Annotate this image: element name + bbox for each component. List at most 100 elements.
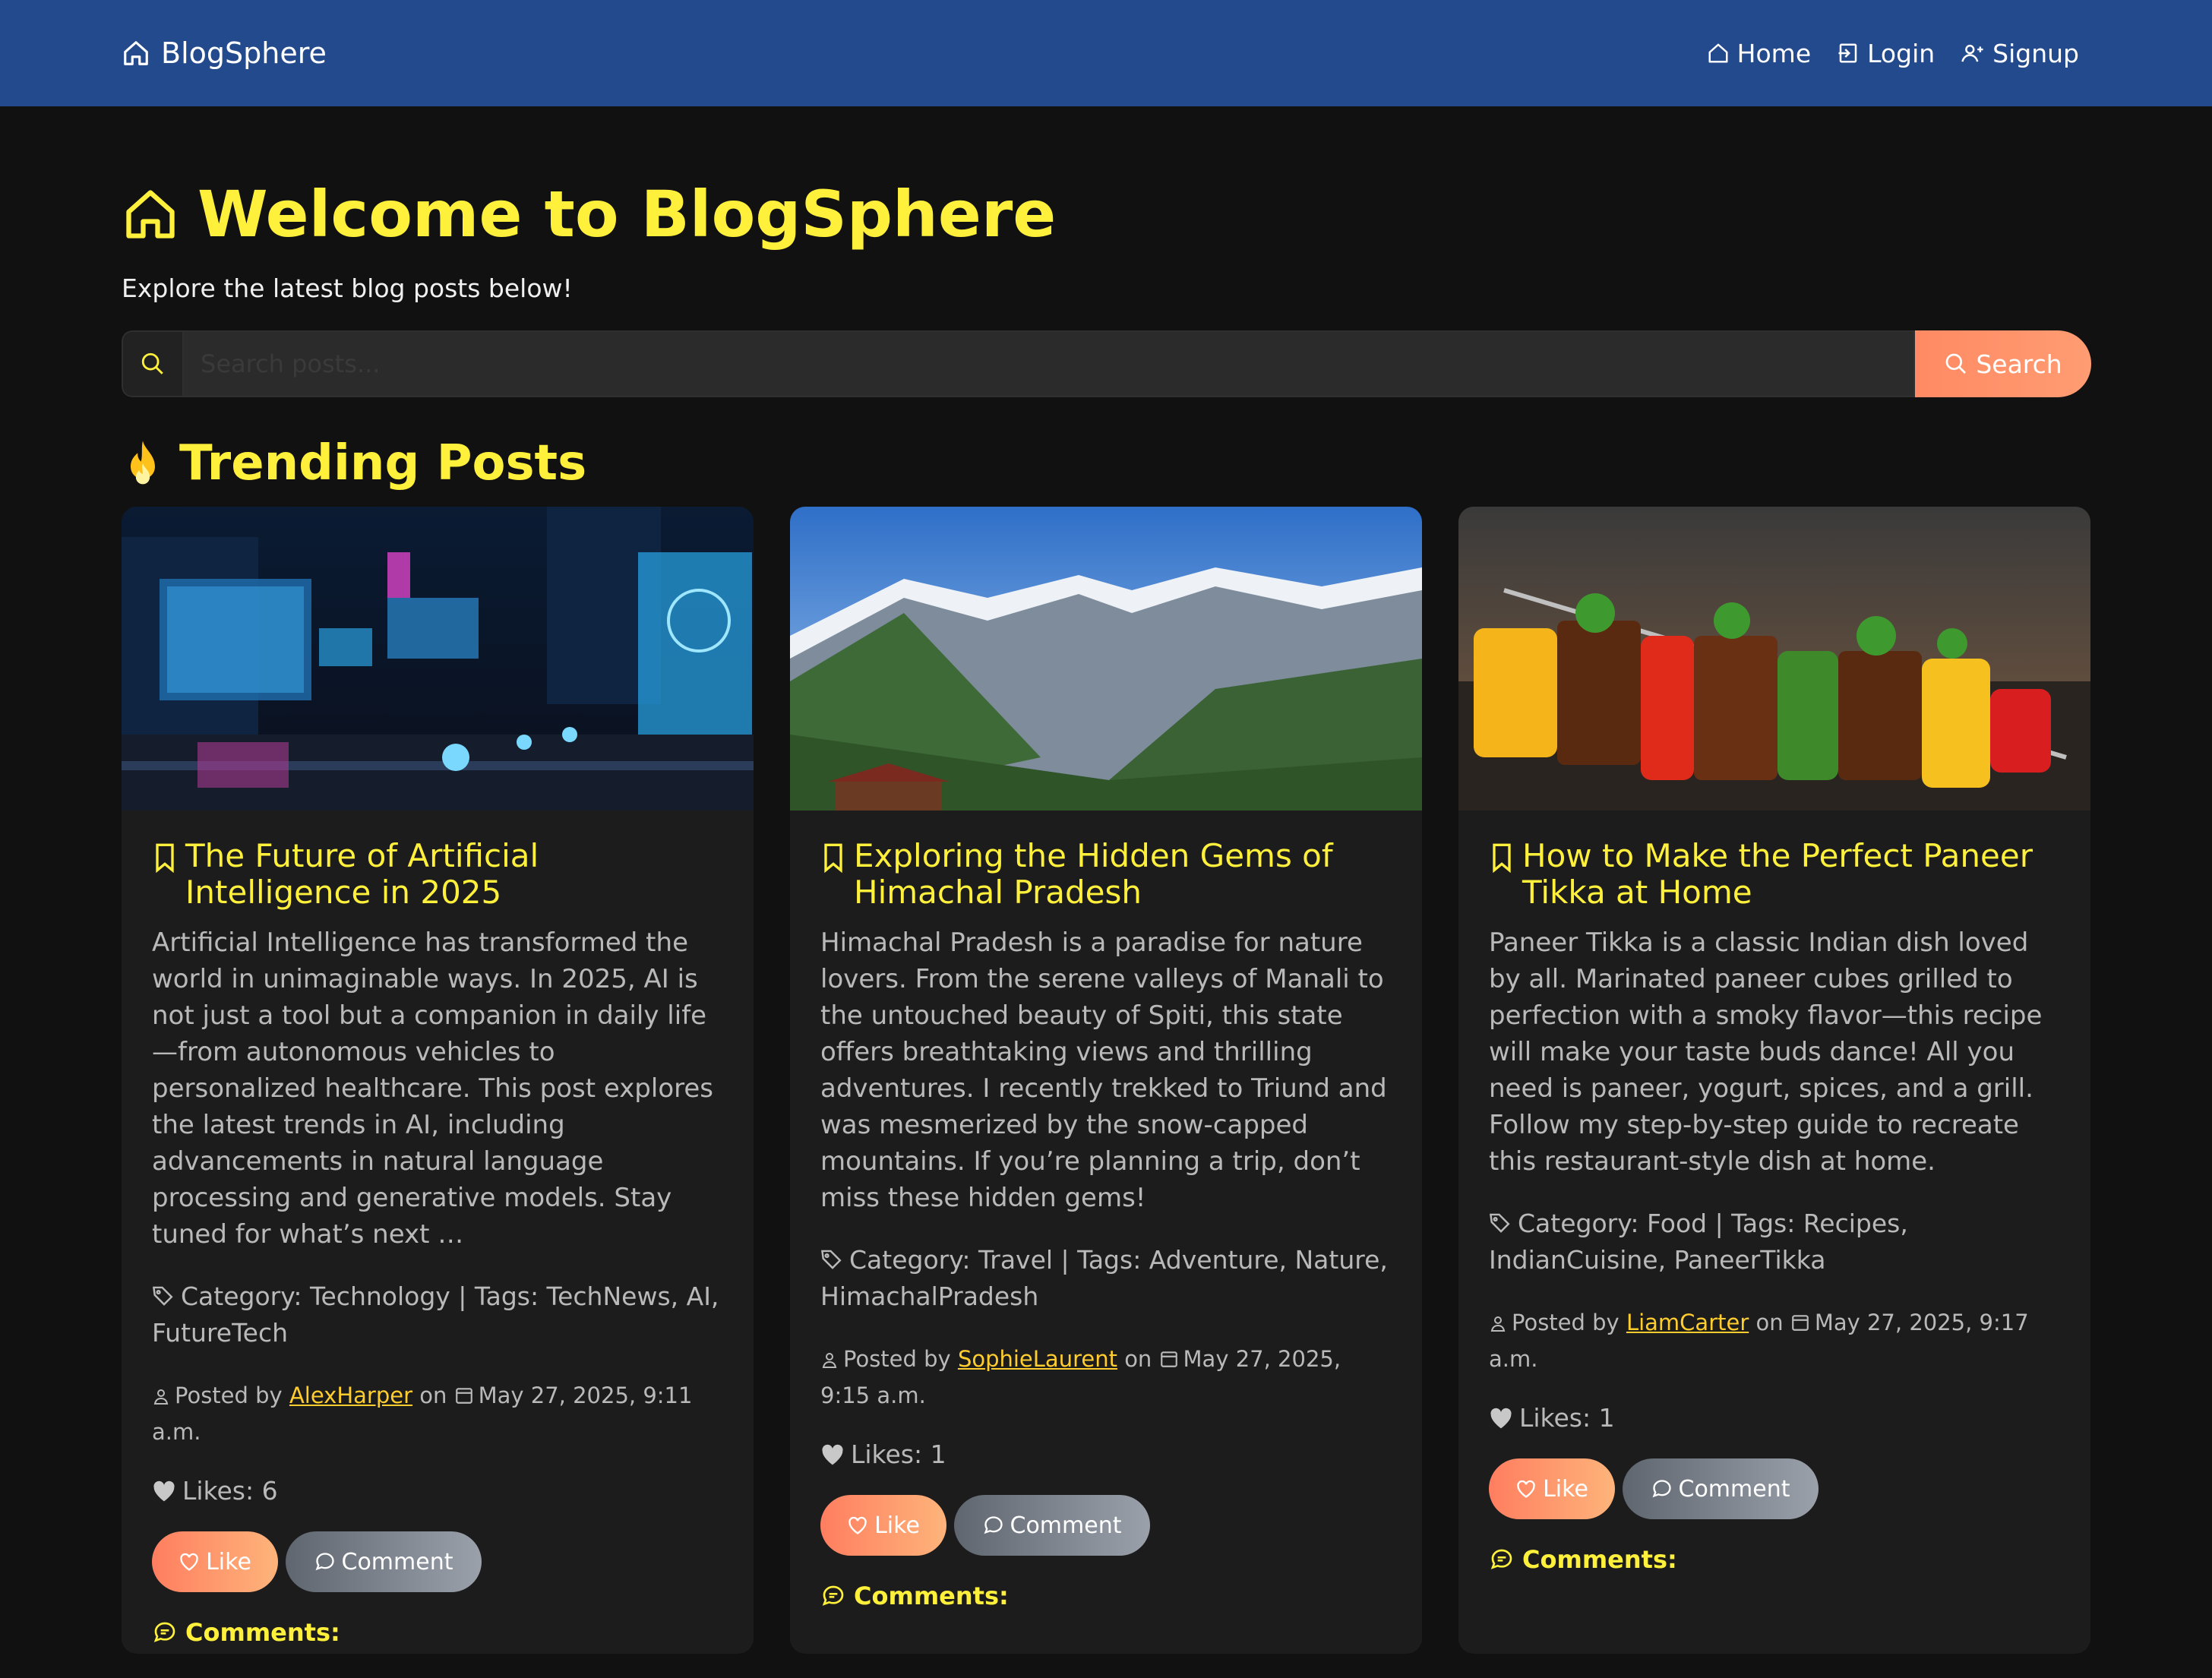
comment-button-label: Comment (1678, 1475, 1790, 1503)
like-button-label: Like (206, 1548, 251, 1575)
post-card: The Future of Artificial Intelligence in… (122, 507, 754, 1654)
comments-heading: Comments: (1489, 1545, 2060, 1574)
posted-by-label: Posted by (843, 1346, 951, 1372)
like-button[interactable]: Like (820, 1495, 946, 1556)
likes-count: Likes: 1 (820, 1439, 1392, 1469)
tags-icon (820, 1248, 845, 1271)
post-title-text: The Future of Artificial Intelligence in… (185, 837, 539, 911)
on-label: on (1755, 1310, 1784, 1335)
heart-icon (152, 1480, 176, 1503)
comment-button[interactable]: Comment (954, 1495, 1150, 1556)
nav-login-link[interactable]: Login (1837, 39, 1935, 68)
tags-icon (152, 1285, 176, 1307)
post-byline: Posted by LiamCarter on May 27, 2025, 9:… (1489, 1304, 2060, 1377)
brand-name: BlogSphere (161, 36, 327, 70)
post-card: Exploring the Hidden Gems of Himachal Pr… (790, 507, 1422, 1654)
bookmark-icon (820, 842, 846, 873)
nav-home-label: Home (1736, 38, 1812, 68)
bookmark-icon (152, 842, 178, 873)
likes-text: Likes: 6 (182, 1476, 278, 1506)
chat-icon (983, 1515, 1004, 1536)
calendar-icon (454, 1386, 474, 1405)
likes-text: Likes: 1 (851, 1439, 946, 1469)
post-actions: Like Comment (820, 1495, 1392, 1556)
author-link[interactable]: AlexHarper (289, 1383, 412, 1408)
search-addon (122, 330, 182, 397)
heart-outline-icon (1515, 1479, 1537, 1499)
page-title: Welcome to BlogSphere (122, 182, 2090, 246)
post-title[interactable]: Exploring the Hidden Gems of Himachal Pr… (820, 838, 1392, 911)
comment-button[interactable]: Comment (1623, 1458, 1819, 1519)
comment-button-label: Comment (1010, 1512, 1122, 1539)
likes-count: Likes: 1 (1489, 1403, 2060, 1433)
comments-heading: Comments: (820, 1582, 1392, 1610)
comment-button[interactable]: Comment (286, 1531, 482, 1592)
comments-heading-text: Comments: (1522, 1545, 1677, 1574)
nav-login-label: Login (1867, 38, 1936, 68)
post-title[interactable]: The Future of Artificial Intelligence in… (152, 838, 723, 911)
search-icon (140, 351, 166, 377)
on-label: on (419, 1383, 447, 1408)
user-plus-icon (1961, 42, 1985, 65)
post-title[interactable]: How to Make the Perfect Paneer Tikka at … (1489, 838, 2060, 911)
post-list: The Future of Artificial Intelligence in… (122, 507, 2090, 1654)
post-card: How to Make the Perfect Paneer Tikka at … (1458, 507, 2090, 1654)
comments-heading: Comments: (152, 1618, 723, 1647)
post-meta: Category: Food | Tags: Recipes, IndianCu… (1489, 1206, 2060, 1278)
search-icon (1944, 352, 1968, 376)
nav-home-link[interactable]: Home (1707, 39, 1811, 68)
post-excerpt: Himachal Pradesh is a paradise for natur… (820, 927, 1387, 1213)
heart-outline-icon (179, 1552, 200, 1572)
posted-by-label: Posted by (175, 1383, 283, 1408)
comments-heading-text: Comments: (854, 1582, 1009, 1610)
chat-text-icon (152, 1620, 178, 1645)
like-button-label: Like (874, 1512, 920, 1539)
post-actions: Like Comment (152, 1531, 723, 1592)
brand-link[interactable]: BlogSphere (122, 36, 327, 70)
bookmark-icon (1489, 842, 1515, 873)
likes-text: Likes: 1 (1519, 1403, 1615, 1433)
chat-text-icon (1489, 1547, 1515, 1572)
calendar-icon (1790, 1313, 1810, 1332)
heart-icon (1489, 1407, 1513, 1430)
like-button-label: Like (1543, 1475, 1588, 1503)
page-title-text: Welcome to BlogSphere (198, 177, 1057, 251)
home-icon (122, 185, 179, 243)
like-button[interactable]: Like (1489, 1458, 1615, 1519)
search-bar: Search (122, 330, 2091, 397)
calendar-icon (1159, 1349, 1179, 1369)
post-title-text: Exploring the Hidden Gems of Himachal Pr… (854, 837, 1333, 911)
user-icon (820, 1351, 839, 1369)
comment-button-label: Comment (341, 1548, 453, 1575)
chat-text-icon (820, 1584, 846, 1608)
login-icon (1837, 42, 1860, 65)
author-link[interactable]: SophieLaurent (958, 1346, 1117, 1372)
posted-by-label: Posted by (1512, 1310, 1620, 1335)
post-meta-text: Category: Technology | Tags: TechNews, A… (152, 1281, 719, 1348)
like-button[interactable]: Like (152, 1531, 278, 1592)
page-subtitle: Explore the latest blog posts below! (122, 273, 573, 303)
nav-signup-link[interactable]: Signup (1961, 39, 2079, 68)
search-button[interactable]: Search (1915, 330, 2091, 397)
trending-heading: Trending Posts (122, 435, 2090, 491)
post-byline: Posted by AlexHarper on May 27, 2025, 9:… (152, 1377, 723, 1450)
fire-icon (122, 439, 164, 488)
heart-icon (820, 1443, 845, 1466)
search-button-label: Search (1976, 349, 2062, 379)
navbar: BlogSphere Home Login Signup (0, 0, 2212, 106)
home-icon (122, 39, 150, 68)
post-meta-text: Category: Food | Tags: Recipes, IndianCu… (1489, 1209, 1908, 1275)
post-meta-text: Category: Travel | Tags: Adventure, Natu… (820, 1245, 1388, 1311)
comments-heading-text: Comments: (185, 1618, 340, 1647)
author-link[interactable]: LiamCarter (1626, 1310, 1749, 1335)
post-image-ai-city (122, 507, 754, 811)
user-icon (1489, 1314, 1507, 1332)
post-excerpt: Artificial Intelligence has transformed … (152, 927, 714, 1250)
post-card-body: How to Make the Perfect Paneer Tikka at … (1458, 811, 2090, 1601)
post-byline: Posted by SophieLaurent on May 27, 2025,… (820, 1341, 1392, 1414)
search-input[interactable] (182, 330, 1915, 397)
post-meta: Category: Technology | Tags: TechNews, A… (152, 1278, 723, 1351)
chat-icon (1651, 1478, 1673, 1499)
post-actions: Like Comment (1489, 1458, 2060, 1519)
post-title-text: How to Make the Perfect Paneer Tikka at … (1522, 837, 2033, 911)
